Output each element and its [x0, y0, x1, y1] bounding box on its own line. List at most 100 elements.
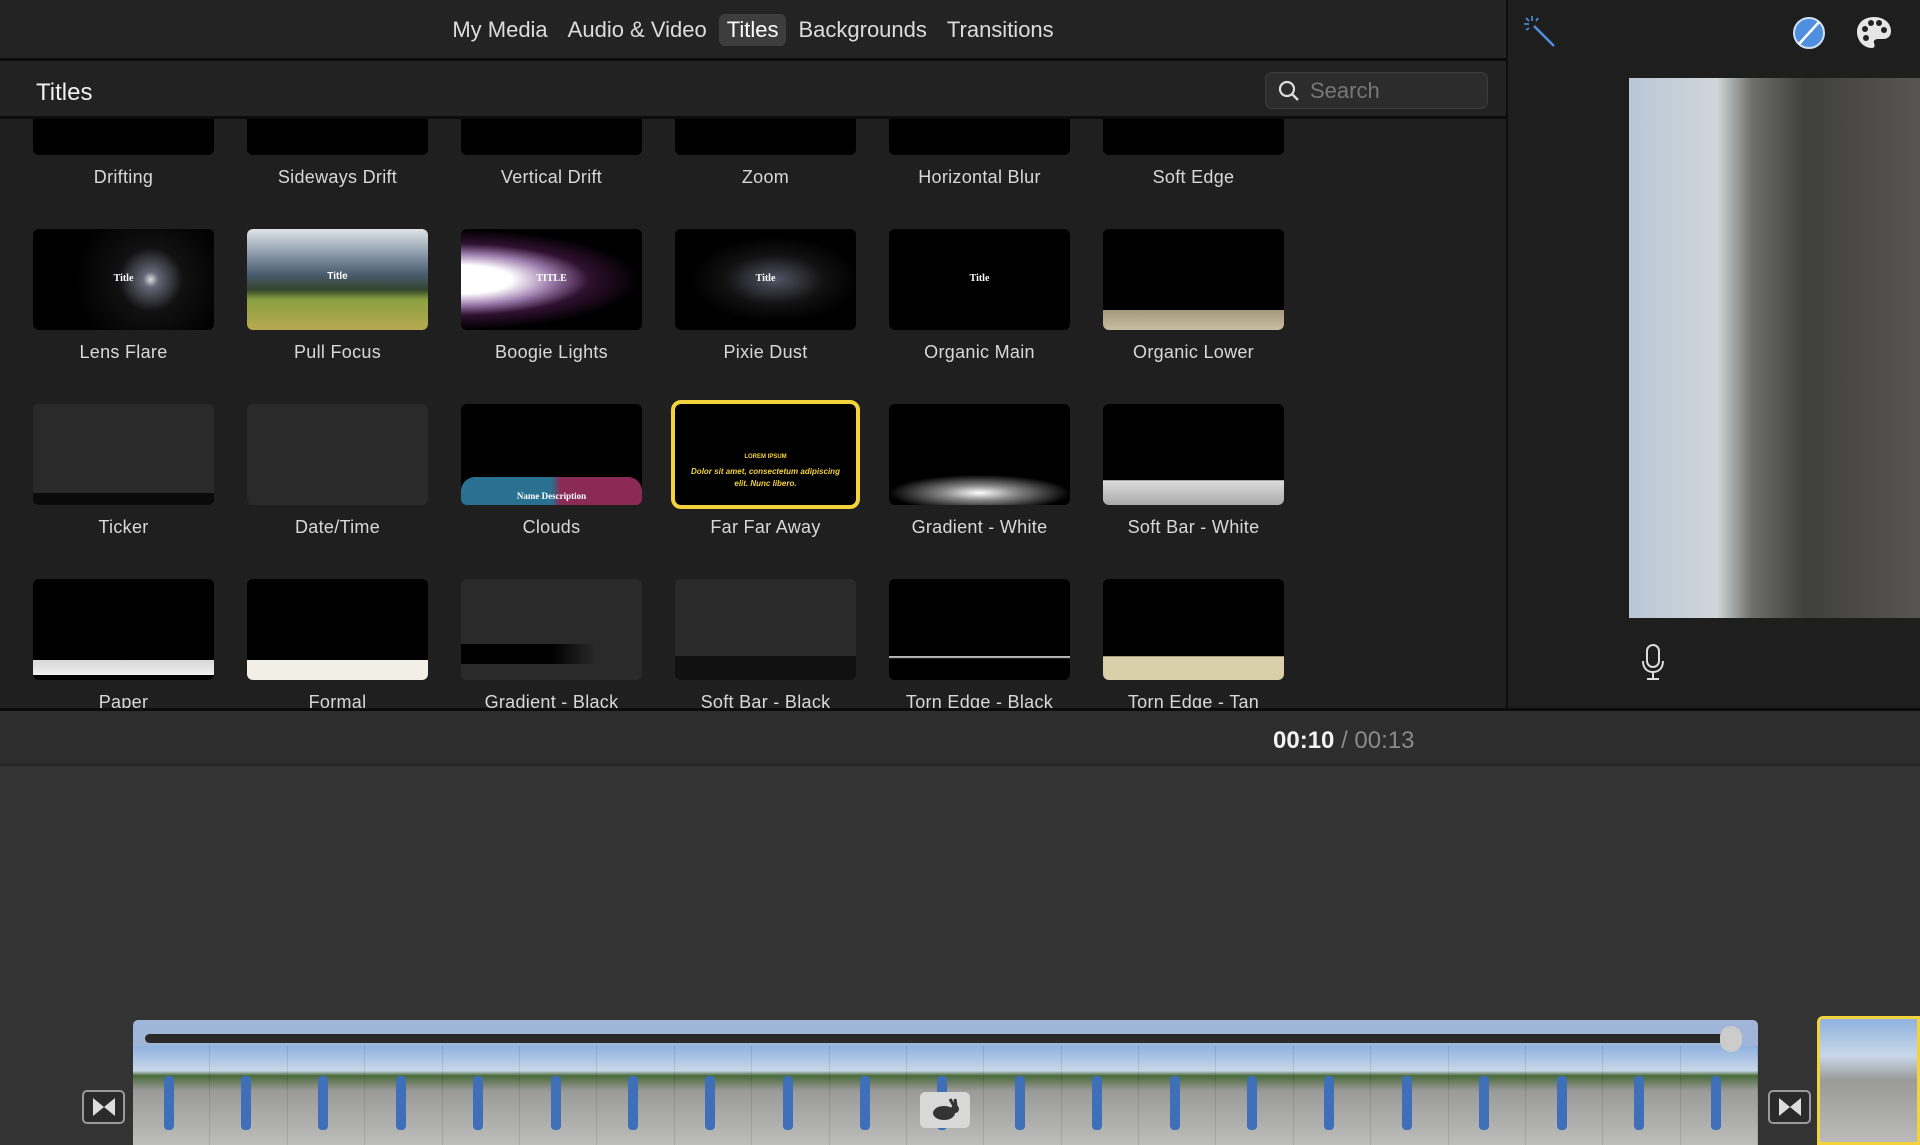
- transition-icon: [1778, 1098, 1801, 1116]
- title-item[interactable]: Title Pixie Dust: [675, 229, 856, 363]
- video-preview[interactable]: [1629, 78, 1920, 618]
- title-label: Torn Edge - Black: [905, 692, 1054, 708]
- tab-backgrounds[interactable]: Backgrounds: [790, 14, 934, 46]
- title-label: Ticker: [98, 517, 149, 537]
- title-item[interactable]: Date/Time: [247, 404, 428, 538]
- clip-frame: [597, 1046, 675, 1145]
- title-thumbnail[interactable]: [889, 404, 1070, 505]
- title-thumbnail[interactable]: Title: [33, 229, 214, 330]
- title-thumbnail[interactable]: [889, 579, 1070, 680]
- title-thumbnail[interactable]: Title: [247, 229, 428, 330]
- thumbnail-text: Name Description: [516, 491, 587, 501]
- thumbnail-text: Title: [327, 271, 348, 282]
- title-item[interactable]: Soft Bar - Black: [675, 579, 856, 708]
- browser-tab-bar: My Media Audio & Video Titles Backgrounds Tr…: [0, 0, 1506, 61]
- title-item[interactable]: TITLE Boogie Lights: [461, 229, 642, 363]
- title-item[interactable]: Soft Edge: [1103, 119, 1284, 188]
- tab-my-media[interactable]: My Media: [444, 14, 555, 46]
- thumbnail-text: Title: [969, 273, 990, 284]
- title-thumbnail[interactable]: TITLE: [461, 229, 642, 330]
- time-separator: /: [1341, 727, 1348, 754]
- title-thumbnail[interactable]: [675, 579, 856, 680]
- clip-frame: [442, 1046, 520, 1145]
- tab-transitions[interactable]: Transitions: [939, 14, 1062, 46]
- clip-frame: [1293, 1046, 1372, 1145]
- title-thumbnail[interactable]: [675, 119, 856, 155]
- title-thumbnail[interactable]: [461, 579, 642, 680]
- title-label: Gradient - White: [911, 517, 1048, 537]
- title-item[interactable]: Sideways Drift: [247, 119, 428, 188]
- title-item[interactable]: Paper: [33, 579, 214, 708]
- tab-titles[interactable]: Titles: [718, 14, 787, 46]
- title-item[interactable]: Horizontal Blur: [889, 119, 1070, 188]
- title-label: Paper: [98, 692, 149, 708]
- color-balance-icon[interactable]: [1792, 16, 1826, 50]
- magic-wand-icon[interactable]: [1522, 14, 1558, 50]
- title-thumbnail[interactable]: [33, 579, 214, 680]
- title-item[interactable]: Formal: [247, 579, 428, 708]
- title-thumbnail[interactable]: [889, 119, 1070, 155]
- title-thumbnail[interactable]: [33, 404, 214, 505]
- title-item[interactable]: Gradient - Black: [461, 579, 642, 708]
- video-clip[interactable]: [133, 1020, 1758, 1145]
- title-item[interactable]: Drifting: [33, 119, 214, 188]
- title-thumbnail[interactable]: [1103, 404, 1284, 505]
- title-item[interactable]: Organic Lower: [1103, 229, 1284, 363]
- current-time: 00:10: [1273, 727, 1335, 754]
- microphone-icon[interactable]: [1641, 643, 1665, 681]
- title-label: Soft Edge: [1152, 167, 1235, 187]
- speed-badge[interactable]: [920, 1092, 970, 1128]
- title-item[interactable]: Ticker: [33, 404, 214, 538]
- transition-button[interactable]: [1768, 1090, 1811, 1124]
- title-thumbnail[interactable]: Name Description: [461, 404, 642, 505]
- clip-frame: [210, 1046, 288, 1145]
- title-label: Soft Bar - Black: [700, 692, 831, 708]
- clip-frame: [829, 1046, 907, 1145]
- clip-frame: [1216, 1046, 1294, 1145]
- title-label: Lens Flare: [79, 342, 168, 362]
- title-item[interactable]: Torn Edge - Tan: [1103, 579, 1284, 708]
- title-thumbnail[interactable]: Title: [889, 229, 1070, 330]
- palette-icon[interactable]: [1855, 15, 1893, 51]
- tab-audio-video[interactable]: Audio & Video: [560, 14, 715, 46]
- title-item[interactable]: Gradient - White: [889, 404, 1070, 538]
- browser-header: Titles: [0, 61, 1506, 119]
- title-label: Pull Focus: [293, 342, 382, 362]
- title-item[interactable]: LOREM IPSUM Dolor sit amet, consectetum a…: [671, 400, 860, 538]
- title-item[interactable]: Vertical Drift: [461, 119, 642, 188]
- title-thumbnail[interactable]: Title: [675, 229, 856, 330]
- title-label: Zoom: [741, 167, 790, 187]
- search-field[interactable]: [1265, 72, 1488, 109]
- title-label: Drifting: [93, 167, 154, 187]
- title-thumbnail[interactable]: [461, 119, 642, 155]
- clip-frame: [674, 1046, 753, 1145]
- title-thumbnail[interactable]: [33, 119, 214, 155]
- title-thumbnail[interactable]: [247, 579, 428, 680]
- title-label: Horizontal Blur: [918, 167, 1041, 187]
- title-thumbnail[interactable]: [1103, 579, 1284, 680]
- title-thumbnail[interactable]: [247, 119, 428, 155]
- title-item[interactable]: Torn Edge - Black: [889, 579, 1070, 708]
- title-label: Vertical Drift: [500, 167, 603, 187]
- title-label: Pixie Dust: [723, 342, 808, 362]
- title-thumbnail[interactable]: [1103, 119, 1284, 155]
- clip-frame: [365, 1046, 443, 1145]
- rabbit-icon: [933, 1098, 959, 1120]
- selected-clip[interactable]: [1817, 1016, 1920, 1145]
- title-item[interactable]: Soft Bar - White: [1103, 404, 1284, 538]
- search-input[interactable]: [1310, 77, 1470, 104]
- search-icon: [1278, 80, 1299, 101]
- clip-frame: [133, 1046, 211, 1145]
- title-item[interactable]: Zoom: [675, 119, 856, 188]
- title-item[interactable]: Title Organic Main: [889, 229, 1070, 363]
- volume-handle[interactable]: [1720, 1026, 1742, 1052]
- title-item[interactable]: Title Pull Focus: [247, 229, 428, 363]
- clip-volume-bar[interactable]: [145, 1034, 1736, 1043]
- title-item[interactable]: Name Description Clouds: [461, 404, 642, 538]
- title-item[interactable]: Title Lens Flare: [33, 229, 214, 363]
- transition-button[interactable]: [82, 1090, 125, 1124]
- title-label: Clouds: [522, 517, 581, 537]
- title-thumbnail[interactable]: [247, 404, 428, 505]
- title-thumbnail[interactable]: [1103, 229, 1284, 330]
- title-thumbnail[interactable]: LOREM IPSUM Dolor sit amet, consectetum a…: [671, 400, 860, 509]
